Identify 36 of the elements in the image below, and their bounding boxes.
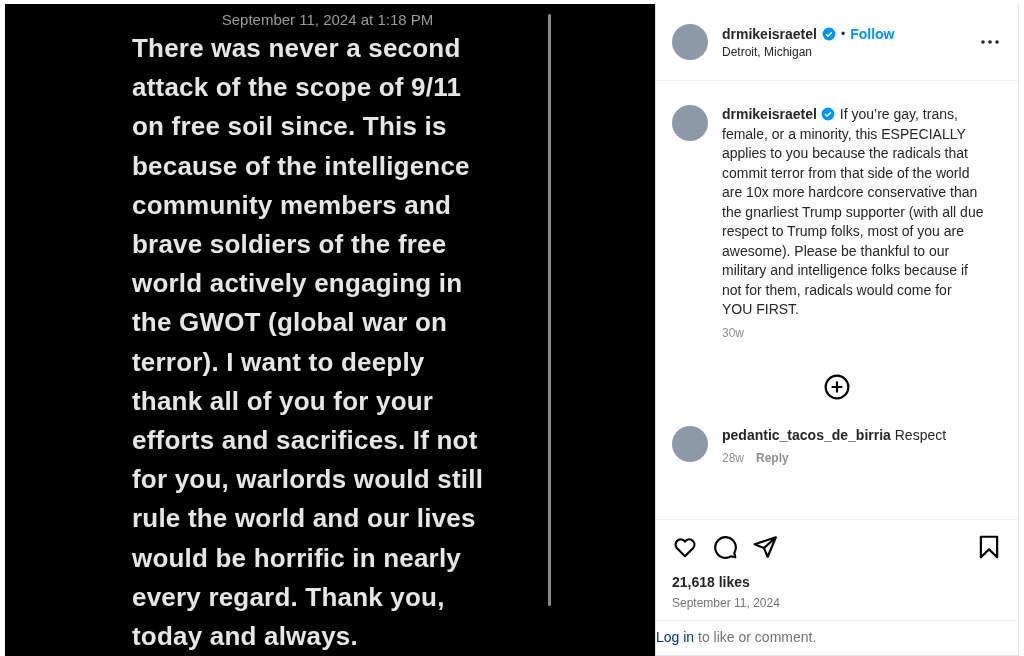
caption-text: drmikeisraetel If you’re gay, trans, female, or a minority, this ESPECIALLY applies to you because the radicals that commit terror from that side of the world are 10x more hardcore conservative than the gnarliest Trump supporter (with all due respect to Trump folks, most of you are awesome). Please be thankful to our military and intelligence folks because if not for them, radicals would come for YOU FIRST. xyxy=(722,105,984,319)
note-timestamp: September 11, 2024 at 1:18 PM xyxy=(220,11,435,28)
username-link[interactable]: drmikeisraetel xyxy=(722,25,817,42)
note-text-line: the GWOT (global war on xyxy=(132,306,449,340)
note-text-line: rule the world and our lives xyxy=(132,502,477,536)
login-link[interactable]: Log in xyxy=(656,629,695,645)
note-text-line: brave soldiers of the free xyxy=(132,228,448,261)
login-prompt: to like or comment. xyxy=(697,629,817,645)
note-text-line: on free soil since. This is xyxy=(132,110,448,144)
note-text-line: There was never a second xyxy=(132,32,462,65)
avatar[interactable] xyxy=(672,105,708,141)
send-icon[interactable] xyxy=(752,534,778,560)
post-date: September 11, 2024 xyxy=(672,596,781,610)
note-text-line: every regard. Thank you, xyxy=(132,580,446,614)
avatar[interactable] xyxy=(672,24,708,60)
separator-dot: • xyxy=(840,26,846,41)
post-age: 30w xyxy=(722,325,744,340)
note-text-line: terror). I want to deeply xyxy=(132,345,426,379)
note-text-line: efforts and sacrifices. If not xyxy=(132,424,479,458)
note-text-line: would be horrific in nearly xyxy=(132,541,462,575)
note-text-line: community members and xyxy=(132,188,453,222)
note-text-line: because of the intelligence xyxy=(132,149,471,183)
username-link[interactable]: drmikeisraetel xyxy=(722,106,817,122)
note-text-line: thank all of you for your xyxy=(132,384,435,418)
add-circle-icon[interactable] xyxy=(824,373,850,400)
note-text-line: attack of the scope of 9/11 xyxy=(132,71,463,105)
likes-count[interactable]: 21,618 likes xyxy=(672,574,1002,590)
username-link[interactable]: pedantic_tacos_de_birria xyxy=(722,426,891,443)
comment-text: pedantic_tacos_de_birria Respect xyxy=(722,425,948,445)
avatar[interactable] xyxy=(672,425,708,462)
location-link[interactable]: Detroit, Michigan xyxy=(722,44,964,59)
comment-age: 28w xyxy=(722,451,744,465)
note-text-line: for you, warlords would still xyxy=(132,463,484,497)
note-text-line: world actively engaging in xyxy=(132,267,464,301)
comment-icon[interactable] xyxy=(712,534,738,560)
note-text-line: today and always. xyxy=(132,620,359,654)
